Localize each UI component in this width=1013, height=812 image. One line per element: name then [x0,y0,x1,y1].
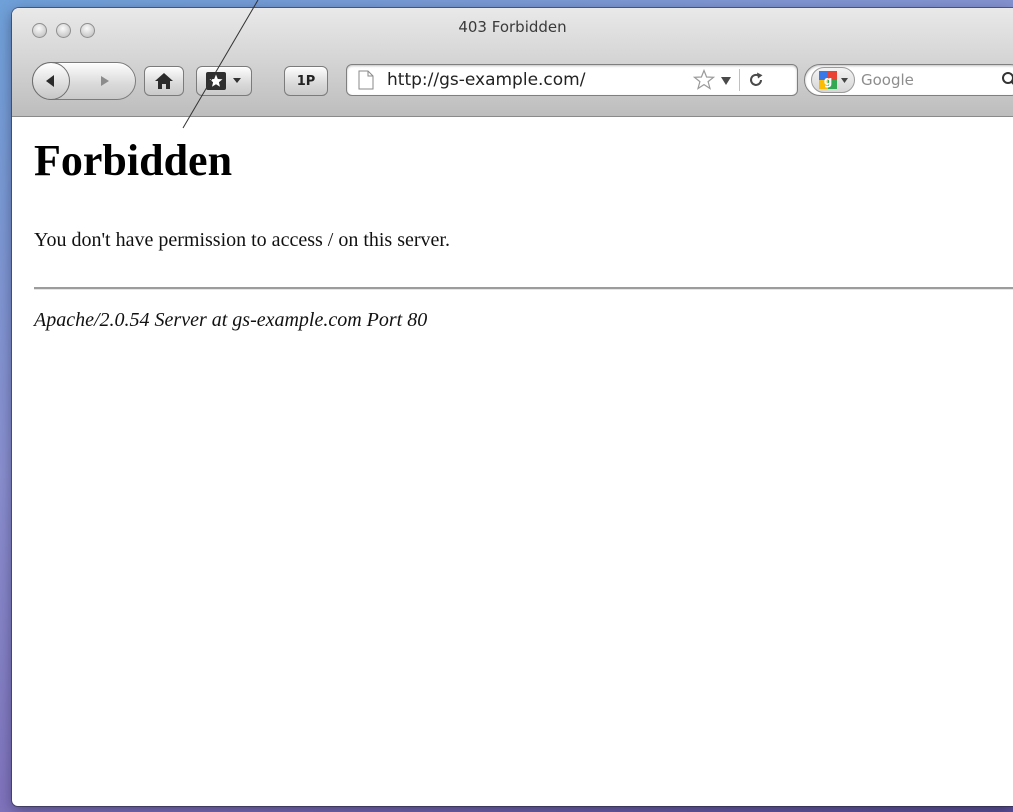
title-bar: 403 Forbidden 1P http://gs-example.com/ … [12,8,1013,117]
back-forward-group [32,62,136,100]
chevron-down-icon [233,78,241,83]
magnifier-icon[interactable] [1001,71,1013,89]
svg-text:g: g [824,74,833,88]
url-text: http://gs-example.com/ [387,70,586,90]
bookmark-star-outline-icon[interactable] [693,69,715,91]
window-title: 403 Forbidden [458,18,567,36]
page-icon [358,70,374,90]
home-button[interactable] [144,66,184,96]
error-message: You don't have permission to access / on… [34,229,450,251]
page-heading: Forbidden [34,136,233,185]
dropdown-triangle-icon[interactable] [721,77,731,85]
back-button[interactable] [32,62,70,100]
horizontal-rule [34,287,1013,290]
bookmark-star-icon [206,72,226,90]
reload-icon[interactable] [747,71,765,89]
server-signature: Apache/2.0.54 Server at gs-example.com P… [34,309,428,331]
onepassword-label: 1P [296,73,316,89]
onepassword-button[interactable]: 1P [284,66,328,96]
search-bar[interactable]: g Google [804,64,1013,96]
address-bar[interactable]: http://gs-example.com/ [346,64,798,96]
browser-window: 403 Forbidden 1P http://gs-example.com/ … [12,8,1013,806]
page-content: Forbidden You don't have permission to a… [34,117,1013,806]
back-arrow-icon [46,75,54,87]
home-icon [155,73,173,89]
search-engine-selector[interactable]: g [811,67,855,93]
forward-button[interactable] [77,63,133,99]
google-icon: g [819,71,837,89]
chevron-down-icon [841,77,848,83]
bookmarks-menu-button[interactable] [196,66,252,96]
search-placeholder: Google [861,71,914,89]
forward-arrow-icon [101,76,109,86]
address-divider [739,69,740,91]
